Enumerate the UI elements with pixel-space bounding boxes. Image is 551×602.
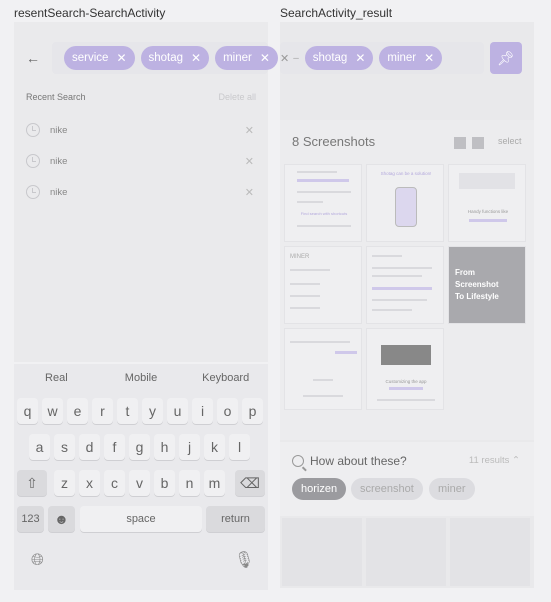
key[interactable]: q [17,398,38,424]
history-icon [26,123,40,137]
screenshot-thumb[interactable]: Shotag can be a solution! [366,164,444,242]
close-icon[interactable]: ✕ [280,52,289,65]
key[interactable]: k [204,434,225,460]
search-result-frame: ✕ – shotag ✕ miner ✕ 📌︎ 8 Screenshots sele… [280,22,534,588]
recent-item[interactable]: nike ✕ [26,182,254,202]
screenshot-thumb[interactable]: Customizing the app [366,328,444,410]
recent-item[interactable]: nike ✕ [26,151,254,171]
key[interactable]: b [154,470,175,496]
backspace-icon: ⌫ [240,474,260,491]
recent-item[interactable]: nike ✕ [26,120,254,140]
keyboard: Real Mobile Keyboard q w e r t y u i o p… [14,364,268,590]
emoji-icon: ☻ [54,511,69,527]
chevron-up-icon: ⌃ [512,455,520,466]
key[interactable]: y [142,398,163,424]
key[interactable]: h [154,434,175,460]
search-chip-miner[interactable]: miner ✕ [379,46,443,70]
key[interactable]: s [54,434,75,460]
search-input[interactable]: ✕ – shotag ✕ miner ✕ [280,42,484,74]
result-count: 8 Screenshots [292,134,376,149]
suggestion[interactable]: Keyboard [183,372,268,384]
left-frame-title: resentSearch-SearchActivity [14,6,166,20]
suggest-tag[interactable]: horizen [292,478,347,500]
key[interactable]: o [217,398,238,424]
key[interactable]: r [92,398,113,424]
close-icon[interactable]: ✕ [245,155,254,168]
search-chip-shotag[interactable]: shotag ✕ [140,46,210,70]
key[interactable]: d [79,434,100,460]
key[interactable]: z [54,470,75,496]
key[interactable]: m [204,470,225,496]
key[interactable]: n [179,470,200,496]
suggest-tag[interactable]: screenshot [351,478,423,500]
key[interactable]: p [242,398,263,424]
globe-icon[interactable]: 🌐︎ [31,552,44,570]
results-toggle[interactable]: 11 results ⌃ [469,455,520,466]
select-button[interactable]: select [498,136,522,146]
shift-icon: ⇧ [26,474,38,491]
search-input[interactable]: service ✕ shotag ✕ miner ✕ [52,42,278,74]
suggest-tag[interactable]: miner [429,478,475,500]
view-toggle[interactable] [454,137,484,149]
suggest-thumb[interactable] [282,518,362,586]
right-frame-title: SearchActivity_result [280,6,393,20]
numbers-key[interactable]: 123 [17,506,44,532]
back-arrow-icon[interactable]: ← [26,50,40,66]
screenshot-thumb[interactable] [284,328,362,410]
screenshot-thumb[interactable]: MINER [284,246,362,324]
suggestion[interactable]: Real [14,372,99,384]
key[interactable]: l [229,434,250,460]
recent-search-header: Recent Search Delete all [26,92,256,102]
list-view-icon[interactable] [472,137,484,149]
grid-view-icon[interactable] [454,137,466,149]
suggest-thumb[interactable] [366,518,446,586]
microphone-icon[interactable]: 🎙︎ [234,550,254,570]
key[interactable]: e [67,398,88,424]
close-icon[interactable]: ✕ [260,51,270,65]
close-icon[interactable]: ✕ [424,51,434,65]
screenshot-thumb[interactable]: From Screenshot To Lifestyle [448,246,526,324]
how-about-section: How about these? 11 results ⌃ horizen sc… [280,442,534,516]
history-icon [26,154,40,168]
emoji-key[interactable]: ☻ [48,506,75,532]
close-icon[interactable]: ✕ [245,124,254,137]
key[interactable]: f [104,434,125,460]
close-icon[interactable]: ✕ [355,51,365,65]
key[interactable]: w [42,398,63,424]
backspace-key[interactable]: ⌫ [235,470,265,496]
screenshot-thumb[interactable]: Find search with shortcuts [284,164,362,242]
pin-icon: 📌︎ [497,49,515,66]
screenshot-thumb[interactable] [366,246,444,324]
return-key[interactable]: return [206,506,265,532]
keyboard-suggestions: Real Mobile Keyboard [14,372,268,384]
key[interactable]: t [117,398,138,424]
key[interactable]: g [129,434,150,460]
close-icon[interactable]: ✕ [245,186,254,199]
search-activity-frame: ← service ✕ shotag ✕ miner ✕ Recent Search … [14,22,278,362]
key[interactable]: v [129,470,150,496]
recent-search-label: Recent Search [26,92,86,102]
close-icon[interactable]: ✕ [116,51,126,65]
screenshot-thumb[interactable]: Handy functions like [448,164,526,242]
key[interactable]: a [29,434,50,460]
delete-all-button[interactable]: Delete all [218,92,256,102]
key[interactable]: u [167,398,188,424]
history-icon [26,185,40,199]
key[interactable]: i [192,398,213,424]
key[interactable]: c [104,470,125,496]
space-key[interactable]: space [80,506,202,532]
shift-key[interactable]: ⇧ [17,470,47,496]
suggest-thumb[interactable] [450,518,530,586]
close-icon[interactable]: ✕ [191,51,201,65]
key[interactable]: j [179,434,200,460]
suggestion[interactable]: Mobile [99,372,184,384]
how-about-label: How about these? [310,454,407,468]
pin-button[interactable]: 📌︎ [490,42,522,74]
search-chip-shotag[interactable]: shotag ✕ [304,46,374,70]
search-chip-service[interactable]: service ✕ [64,46,135,70]
search-icon [292,455,304,467]
search-chip-miner[interactable]: miner ✕ [215,46,278,70]
key[interactable]: x [79,470,100,496]
